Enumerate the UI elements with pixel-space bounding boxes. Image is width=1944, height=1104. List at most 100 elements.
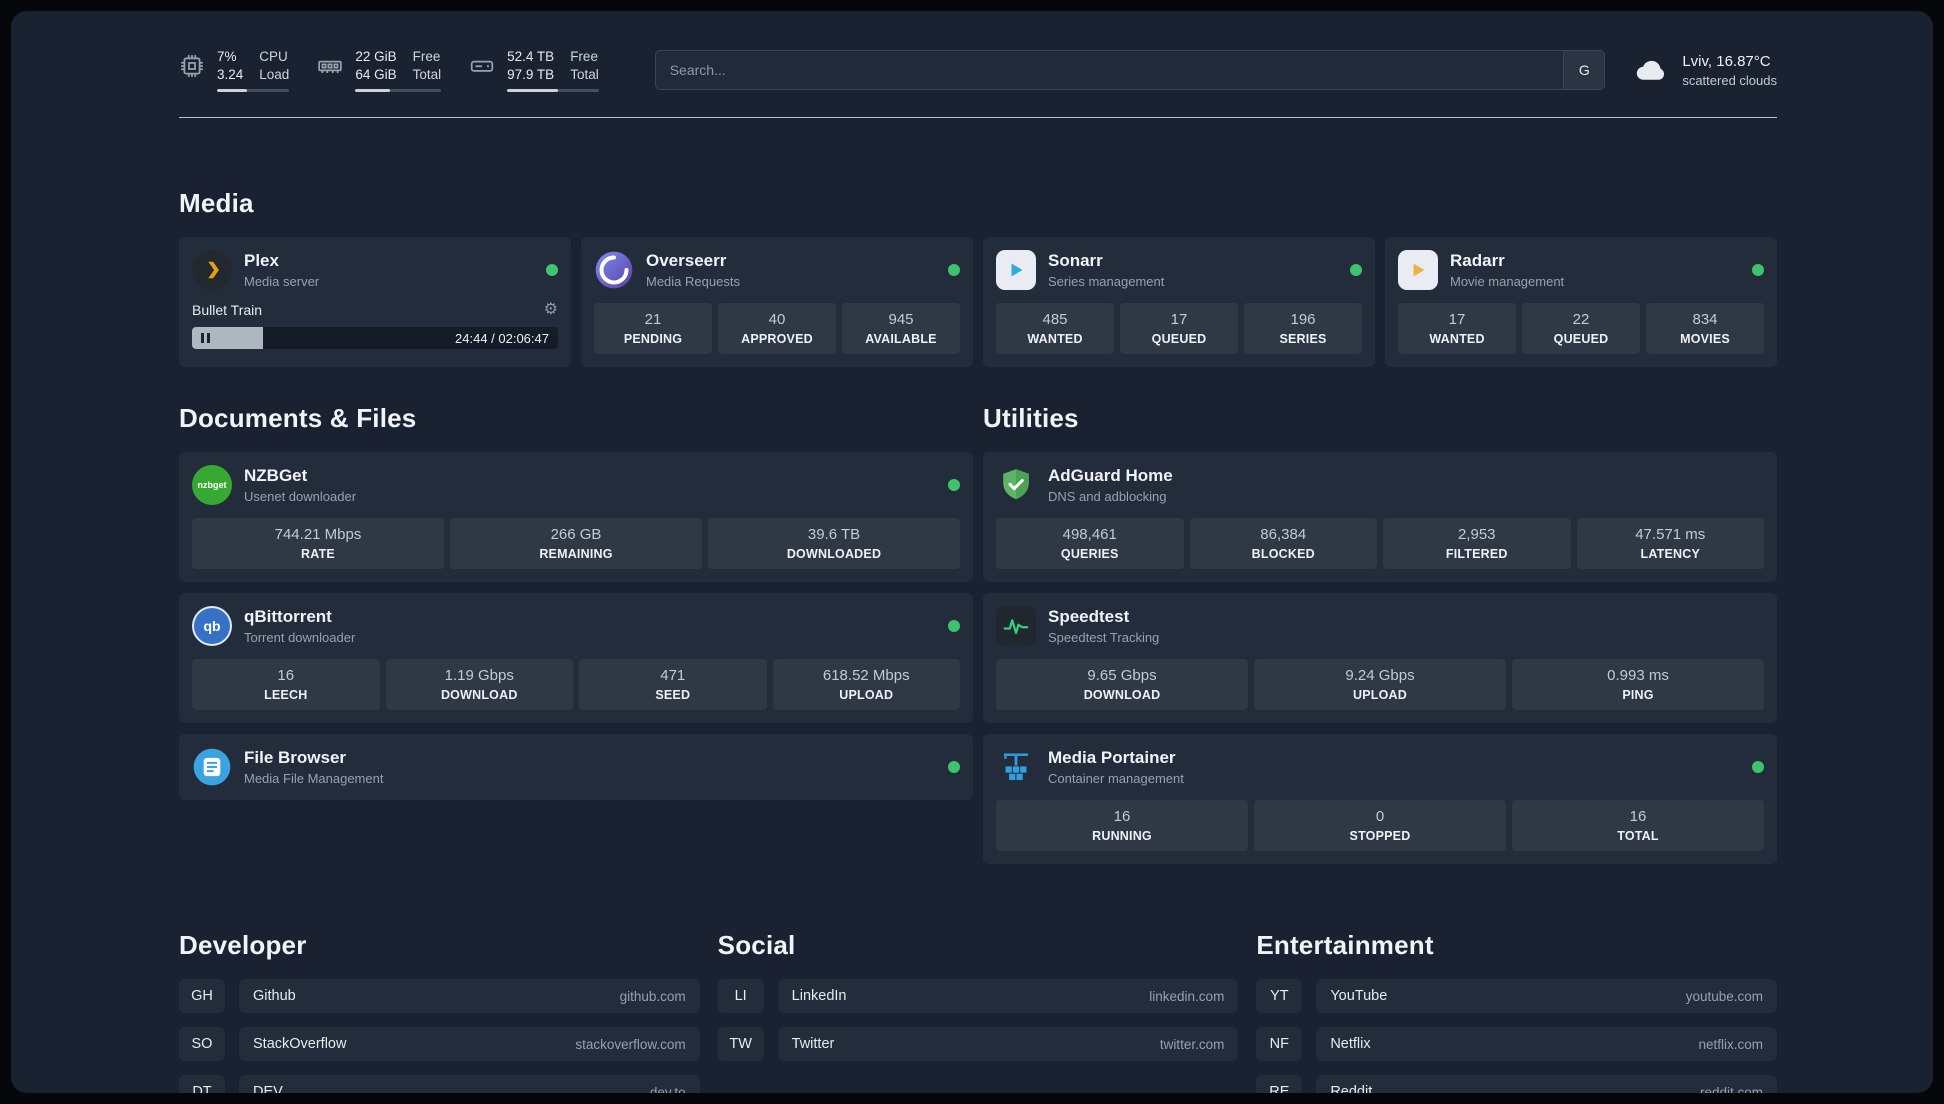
- stat-wanted: 485 WANTED: [996, 303, 1114, 354]
- stackoverflow-link[interactable]: StackOverflow stackoverflow.com: [239, 1027, 700, 1061]
- service-name: Sonarr: [1048, 251, 1103, 270]
- sonarr-icon: [996, 250, 1036, 290]
- cpu-label-1: CPU: [259, 49, 288, 64]
- status-dot: [1752, 264, 1764, 276]
- ram-free: 22 GiB: [355, 49, 397, 64]
- stat-series: 196 SERIES: [1244, 303, 1362, 354]
- cpu-bar: [217, 89, 290, 92]
- status-dot: [546, 264, 558, 276]
- search-engine-button[interactable]: G: [1563, 51, 1605, 89]
- disk-metric: 52.4 TB Free 97.9 TB Total: [469, 48, 599, 92]
- stat-downloaded: 39.6 TB DOWNLOADED: [708, 518, 960, 569]
- service-subtitle: Media File Management: [244, 771, 384, 786]
- stat-download: 9.65 Gbps DOWNLOAD: [996, 659, 1248, 710]
- nzbget-icon: nzbget: [192, 465, 232, 505]
- service-name: Media Portainer: [1048, 748, 1176, 767]
- ram-metric: 22 GiB Free 64 GiB Total: [317, 48, 442, 92]
- cpu-load: 3.24: [217, 67, 244, 82]
- filebrowser-icon: [192, 747, 232, 787]
- linkedin-badge[interactable]: LI: [717, 979, 764, 1013]
- reddit-link[interactable]: Reddit reddit.com: [1316, 1075, 1777, 1093]
- media-heading: Media: [179, 188, 254, 218]
- speedtest-card[interactable]: Speedtest Speedtest Tracking 9.65 Gbps D…: [983, 593, 1777, 723]
- nzbget-card[interactable]: nzbget NZBGet Usenet downloader 744.21 M…: [179, 452, 973, 582]
- utilities-section: Utilities AdGuard Home DNS and adblockin…: [983, 403, 1777, 864]
- service-name: NZBGet: [244, 466, 308, 485]
- social-section: Social LI LinkedIn linkedin.com TW Twitt…: [717, 930, 1239, 1093]
- github-badge[interactable]: GH: [179, 979, 225, 1013]
- weather-widget[interactable]: Lviv, 16.87°C scattered clouds: [1633, 52, 1777, 88]
- portainer-card[interactable]: Media Portainer Container management 16 …: [983, 734, 1777, 864]
- twitter-badge[interactable]: TW: [717, 1027, 764, 1061]
- now-playing-title: Bullet Train: [192, 302, 263, 318]
- link-row-github: GH Github github.com: [179, 979, 700, 1013]
- service-subtitle: Movie management: [1450, 274, 1565, 289]
- github-link[interactable]: Github github.com: [239, 979, 700, 1013]
- utilities-heading: Utilities: [983, 403, 1079, 433]
- radarr-card[interactable]: Radarr Movie management 17 WANTED 22 QUE…: [1385, 237, 1777, 367]
- portainer-icon: [996, 747, 1036, 787]
- service-subtitle: Torrent downloader: [244, 630, 356, 645]
- qbittorrent-card[interactable]: qb qBittorrent Torrent downloader 16 LEE…: [179, 593, 973, 723]
- overseerr-icon: [594, 250, 634, 290]
- search-input[interactable]: [655, 51, 1564, 89]
- service-name: Overseerr: [646, 251, 727, 270]
- dashboard: 7% CPU 3.24 Load 22 GiB Free 64 GiB Tota…: [11, 11, 1933, 1093]
- service-name: File Browser: [244, 748, 347, 767]
- netflix-link[interactable]: Netflix netflix.com: [1316, 1027, 1777, 1061]
- service-name: qBittorrent: [244, 607, 332, 626]
- netflix-badge[interactable]: NF: [1256, 1027, 1303, 1061]
- stat-download: 1.19 Gbps DOWNLOAD: [385, 659, 573, 710]
- disk-bar: [507, 89, 599, 92]
- stat-upload: 618.52 Mbps UPLOAD: [772, 659, 960, 710]
- stat-seed: 471 SEED: [579, 659, 767, 710]
- overseerr-card[interactable]: Overseerr Media Requests 21 PENDING 40 A…: [581, 237, 973, 367]
- dev-badge[interactable]: DT: [179, 1075, 225, 1093]
- adguard-card[interactable]: AdGuard Home DNS and adblocking 498,461 …: [983, 452, 1777, 582]
- stat-remaining: 266 GB REMAINING: [450, 518, 702, 569]
- disk-label-1: Free: [570, 49, 598, 64]
- stat-queries: 498,461 QUERIES: [996, 518, 1184, 569]
- developer-heading: Developer: [179, 930, 307, 960]
- radarr-icon: [1398, 250, 1438, 290]
- ram-label-1: Free: [412, 49, 441, 64]
- stat-running: 16 RUNNING: [996, 800, 1248, 851]
- stat-available: 945 AVAILABLE: [842, 303, 960, 354]
- stat-filtered: 2,953 FILTERED: [1383, 518, 1571, 569]
- cpu-icon: [181, 55, 203, 77]
- ram-icon: [318, 60, 343, 74]
- linkedin-link[interactable]: LinkedIn linkedin.com: [777, 979, 1239, 1013]
- documents-heading: Documents & Files: [179, 403, 417, 433]
- sonarr-card[interactable]: Sonarr Series management 485 WANTED 17 Q…: [983, 237, 1375, 367]
- stat-rate: 744.21 Mbps RATE: [192, 518, 444, 569]
- social-heading: Social: [717, 930, 796, 960]
- youtube-badge[interactable]: YT: [1256, 979, 1303, 1013]
- service-name: Speedtest: [1048, 607, 1130, 626]
- plex-card[interactable]: Plex Media server Bullet Train ⚙ 24:44 /…: [179, 237, 571, 367]
- ram-label-2: Total: [412, 67, 442, 82]
- service-subtitle: Usenet downloader: [244, 489, 357, 504]
- topbar-divider: [179, 117, 1777, 118]
- cpu-label-2: Load: [259, 67, 290, 82]
- disk-label-2: Total: [570, 67, 599, 82]
- cpu-metric: 7% CPU 3.24 Load: [179, 48, 290, 92]
- pause-icon[interactable]: [201, 333, 210, 343]
- filebrowser-card[interactable]: File Browser Media File Management: [179, 734, 973, 800]
- stat-leech: 16 LEECH: [192, 659, 380, 710]
- dev-link[interactable]: DEV dev.to: [239, 1075, 700, 1093]
- playback-progress-bar[interactable]: 24:44 / 02:06:47: [192, 327, 558, 349]
- gear-icon[interactable]: ⚙: [544, 302, 558, 318]
- twitter-link[interactable]: Twitter twitter.com: [777, 1027, 1239, 1061]
- disk-free: 52.4 TB: [507, 49, 555, 64]
- service-name: Radarr: [1450, 251, 1505, 270]
- stat-total: 16 TOTAL: [1512, 800, 1764, 851]
- stat-ping: 0.993 ms PING: [1512, 659, 1764, 710]
- stackoverflow-badge[interactable]: SO: [179, 1027, 225, 1061]
- disk-total: 97.9 TB: [507, 67, 555, 82]
- stat-wanted: 17 WANTED: [1398, 303, 1516, 354]
- service-subtitle: Container management: [1048, 771, 1184, 786]
- service-name: AdGuard Home: [1048, 466, 1173, 485]
- youtube-link[interactable]: YouTube youtube.com: [1316, 979, 1777, 1013]
- reddit-badge[interactable]: RE: [1256, 1075, 1303, 1093]
- top-bar: 7% CPU 3.24 Load 22 GiB Free 64 GiB Tota…: [179, 48, 1777, 92]
